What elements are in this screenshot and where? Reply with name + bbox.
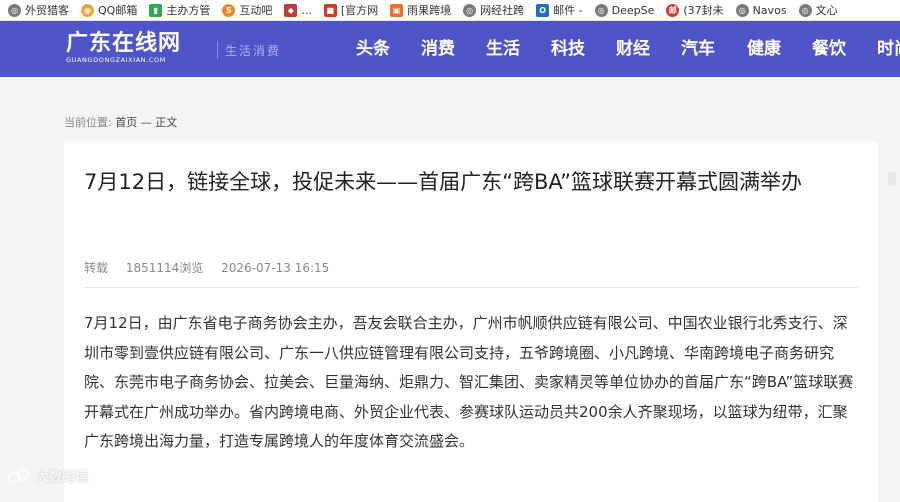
logo-sub-text: GUANGDONGZAIXIAN.COM	[66, 56, 166, 64]
bookmark-label: DeepSe	[611, 3, 655, 17]
nav-item-finance[interactable]: 财经	[616, 37, 650, 61]
site-icon: ■	[323, 3, 337, 17]
article-views: 1851114浏览	[125, 261, 204, 275]
nav-item-life[interactable]: 生活	[486, 37, 520, 61]
meta-divider	[84, 287, 858, 288]
bookmark-item[interactable]: 邮 (37封未	[658, 0, 727, 20]
bookmark-item[interactable]: ▣ 雨果跨境	[382, 0, 455, 20]
article-source: 转载	[84, 261, 109, 275]
bookmark-label: 主办方管	[166, 4, 211, 17]
mail-163-icon: 邮	[666, 3, 680, 17]
article-card: 7月12日，链接全球，投促未来——首届广东“跨BA”篮球联赛开幕式圆满举办 转载…	[64, 142, 878, 502]
side-widget-edge	[888, 172, 896, 186]
breadcrumb-home-link[interactable]: 首页	[115, 116, 137, 129]
site-header: 广东在线网 GUANGDONGZAIXIAN.COM 生活消费 头条 消费 生活…	[0, 21, 900, 77]
globe-icon: ◎	[594, 3, 608, 17]
article-body: 7月12日，由广东省电子商务协会主办，吾友会联合主办，广州市帆顺供应链有限公司、…	[84, 314, 854, 450]
bookmark-item[interactable]: O 邮件 -	[528, 0, 586, 20]
site-tagline: 生活消费	[225, 44, 282, 58]
bookmark-item[interactable]: ◎ 文心	[791, 0, 842, 20]
bookmark-item[interactable]: ◎ DeepSe	[587, 0, 659, 20]
globe-icon: ◎	[735, 3, 749, 17]
bookmark-item[interactable]: ◎ 网经社跨	[455, 0, 528, 20]
bookmark-label: 互动吧	[239, 4, 273, 17]
watermark-logo-icon	[8, 468, 29, 483]
logo-separator	[217, 41, 218, 59]
bookmark-label: QQ邮箱	[98, 4, 138, 17]
bookmark-label: 雨果跨境	[407, 4, 452, 17]
bookmarks-bar: ◎ 外贸猎客 ◉ QQ邮箱 ▮ 主办方管 S 互动吧 ◆... ■ [官方网 ▣ 雨果跨境 ◎ 网经社跨 O 邮…	[0, 0, 900, 21]
bookmark-label: 邮件 -	[553, 4, 583, 17]
globe-icon: ◎	[8, 3, 21, 17]
cifnews-icon: ▣	[390, 3, 404, 17]
qq-mail-icon: ◉	[81, 3, 94, 17]
bookmark-item[interactable]: ◆...	[276, 0, 316, 20]
breadcrumb-label: 当前位置:	[64, 116, 112, 129]
globe-icon: ◎	[463, 3, 477, 17]
article-title: 7月12日，链接全球，投促未来——首届广东“跨BA”篮球联赛开幕式圆满举办	[84, 170, 803, 194]
bookmark-item[interactable]: ■ [官方网	[316, 0, 382, 20]
bookmark-label: ...	[301, 3, 312, 17]
globe-icon: ◎	[798, 3, 812, 17]
article-datetime: 2026-07-13 16:15	[221, 261, 330, 275]
nav-item-consumption[interactable]: 消费	[421, 37, 455, 61]
article-meta: 转载 1851114浏览 2026-07-13 16:15	[84, 259, 343, 276]
nav-item-fashion[interactable]: 时尚	[877, 37, 900, 61]
nav-item-tech[interactable]: 科技	[551, 37, 585, 61]
bookmark-label: Navos	[752, 3, 787, 17]
outlook-icon: O	[536, 3, 550, 17]
bookmark-item[interactable]: S 互动吧	[214, 0, 276, 20]
watermark: 大数跨境	[8, 466, 88, 485]
bookmark-label: [官方网	[340, 4, 379, 17]
bookmark-item[interactable]: ◎ 外贸猎客	[0, 0, 73, 20]
nav-item-health[interactable]: 健康	[747, 37, 781, 61]
doc-icon: ▮	[149, 3, 163, 17]
nav-item-headlines[interactable]: 头条	[356, 37, 390, 61]
hudongba-icon: S	[222, 3, 236, 17]
bookmark-label: (37封未	[683, 4, 724, 17]
nav-item-auto[interactable]: 汽车	[681, 37, 715, 61]
bookmark-label: 外贸猎客	[25, 4, 69, 17]
watermark-text: 大数跨境	[36, 470, 89, 485]
bookmark-label: 网经社跨	[480, 4, 525, 17]
bookmark-item[interactable]: ▮ 主办方管	[141, 0, 214, 20]
nav-item-dining[interactable]: 餐饮	[812, 37, 846, 61]
breadcrumb: 当前位置: 首页 — 正文	[64, 114, 177, 130]
breadcrumb-separator: —	[140, 116, 152, 129]
bookmark-item[interactable]: ◉ QQ邮箱	[73, 0, 141, 20]
logo-main-text: 广东在线网	[66, 30, 182, 56]
bookmark-label: 文心	[815, 4, 838, 17]
breadcrumb-current: 正文	[155, 116, 178, 129]
megaphone-icon: ◆	[284, 3, 298, 17]
site-logo[interactable]: 广东在线网 GUANGDONGZAIXIAN.COM	[66, 31, 181, 64]
bookmark-item[interactable]: ◎ Navos	[728, 0, 791, 20]
